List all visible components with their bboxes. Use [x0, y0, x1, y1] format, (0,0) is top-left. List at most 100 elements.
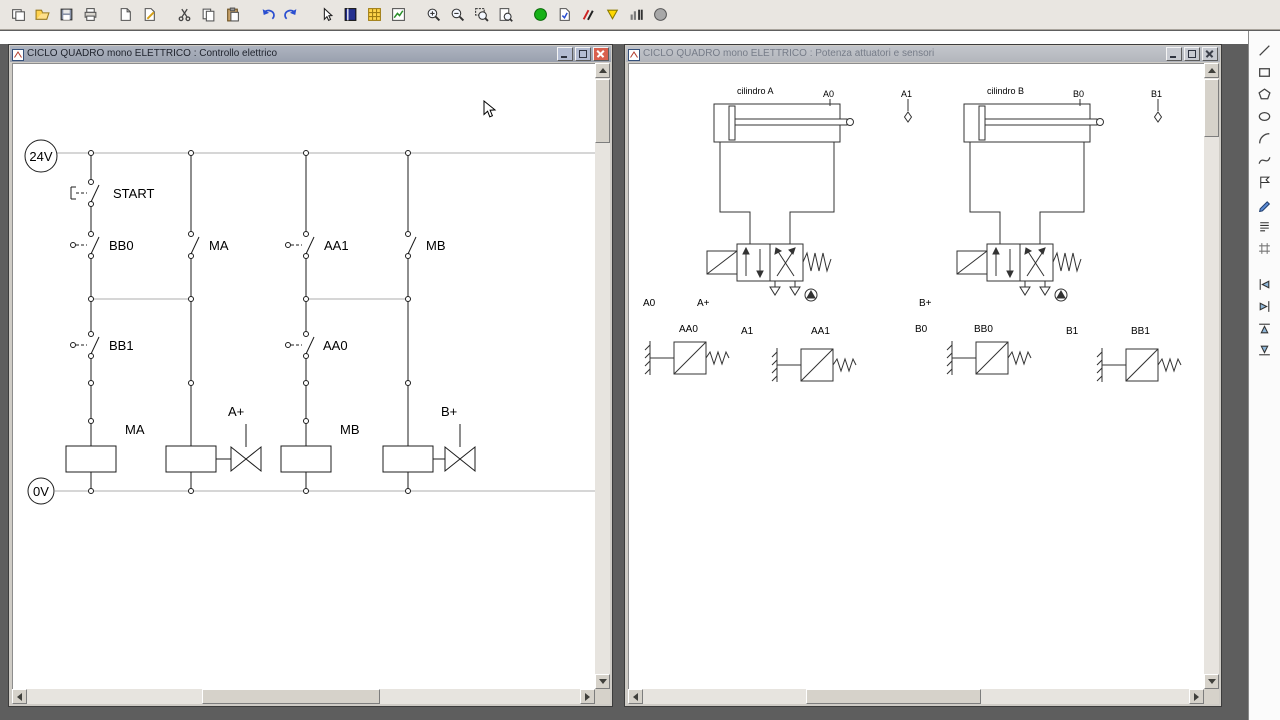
sensor-aa1[interactable]: A1 AA1: [741, 326, 857, 382]
simulation-pause-button[interactable]: [601, 5, 623, 25]
supply-0v[interactable]: 0V: [27, 477, 55, 505]
draw-ellipse-button[interactable]: [1253, 106, 1277, 126]
coil-a-plus[interactable]: A+: [165, 404, 262, 473]
open-icon: [34, 9, 50, 20]
vertical-scroll-thumb[interactable]: [1204, 79, 1219, 137]
toolbar-separator: [410, 5, 421, 25]
cut-button[interactable]: [173, 5, 195, 25]
contact-aa1[interactable]: AA1: [285, 231, 349, 259]
position-mark-b0[interactable]: B0: [1073, 89, 1084, 106]
contact-ma[interactable]: MA: [188, 231, 229, 259]
select-pointer-button[interactable]: [315, 5, 337, 25]
wire-nodes: [88, 150, 411, 494]
horizontal-scrollbar[interactable]: [12, 689, 595, 704]
contact-aa1-label: AA1: [324, 238, 349, 253]
draw-flag-button[interactable]: [1253, 172, 1277, 192]
zoom-out-button[interactable]: [446, 5, 468, 25]
minimize-button[interactable]: [557, 47, 573, 61]
copy-button[interactable]: [197, 5, 219, 25]
print-button[interactable]: [79, 5, 101, 25]
align-bottom-button[interactable]: [1253, 340, 1277, 360]
grid-small-button[interactable]: [1253, 238, 1277, 258]
new-page-button[interactable]: [114, 5, 136, 25]
horizontal-scrollbar[interactable]: [628, 689, 1204, 704]
zoom-in-button[interactable]: [422, 5, 444, 25]
draw-arc-button[interactable]: [1253, 128, 1277, 148]
simulation-start-button[interactable]: [529, 5, 551, 25]
sensor-bb0[interactable]: B+ B0 BB0: [915, 298, 1032, 375]
schematic-canvas-electric[interactable]: 24V 0V START BB0 MA AA1 MB BB1 AA0 MA A+…: [12, 63, 595, 689]
scroll-left-button[interactable]: [12, 689, 27, 704]
simulation-stop-button[interactable]: [649, 5, 671, 25]
grid-small-icon: [1259, 242, 1270, 254]
valve-b[interactable]: [956, 243, 1082, 302]
zoom-window-button[interactable]: [470, 5, 492, 25]
align-top-button[interactable]: [1253, 318, 1277, 338]
scroll-down-button[interactable]: [595, 674, 610, 689]
draw-rectangle-button[interactable]: [1253, 62, 1277, 82]
scroll-left-button[interactable]: [628, 689, 643, 704]
text-list-button[interactable]: [1253, 216, 1277, 236]
close-button[interactable]: [1202, 47, 1218, 61]
valve-a[interactable]: [706, 243, 832, 302]
titlebar-electric[interactable]: CICLO QUADRO mono ELETTRICO : Controllo …: [10, 46, 611, 62]
vertical-scroll-thumb[interactable]: [595, 79, 610, 143]
schematic-canvas-pneumatic[interactable]: cilindro A A0 A1 A0 A+ AA0 A1 AA1 cilind…: [628, 63, 1204, 689]
scroll-up-button[interactable]: [595, 63, 610, 78]
coil-b-plus[interactable]: B+: [382, 404, 476, 473]
align-left-button[interactable]: [1253, 274, 1277, 294]
horizontal-scroll-thumb[interactable]: [806, 689, 981, 704]
vertical-scrollbar[interactable]: [1204, 63, 1219, 689]
contact-ma-label: MA: [209, 238, 229, 253]
align-right-button[interactable]: [1253, 296, 1277, 316]
sensor-aa0[interactable]: A0 A+ AA0: [643, 298, 730, 375]
scroll-up-button[interactable]: [1204, 63, 1219, 78]
contact-mb[interactable]: MB: [405, 231, 446, 259]
new-window-button[interactable]: [7, 5, 29, 25]
position-mark-b1[interactable]: B1: [1151, 89, 1163, 123]
contact-bb1[interactable]: BB1: [70, 331, 134, 359]
close-button[interactable]: [593, 47, 609, 61]
minimize-button[interactable]: [1166, 47, 1182, 61]
edit-page-button[interactable]: [138, 5, 160, 25]
draw-line-button[interactable]: [1253, 40, 1277, 60]
simulation-sketch-button[interactable]: [577, 5, 599, 25]
coil-ma[interactable]: MA: [65, 422, 145, 473]
scroll-right-button[interactable]: [580, 689, 595, 704]
simulation-diagram-button[interactable]: [625, 5, 647, 25]
save-button[interactable]: [55, 5, 77, 25]
scroll-down-button[interactable]: [1204, 674, 1219, 689]
titlebar-pneumatic[interactable]: CICLO QUADRO mono ELETTRICO : Potenza at…: [626, 46, 1220, 62]
vertical-scrollbar[interactable]: [595, 63, 610, 689]
contact-bb0[interactable]: BB0: [70, 231, 134, 259]
cylinder-b-label: cilindro B: [987, 86, 1024, 96]
supply-24v[interactable]: 24V: [24, 139, 58, 173]
copy-icon: [202, 8, 214, 22]
maximize-button[interactable]: [1184, 47, 1200, 61]
grid-button[interactable]: [363, 5, 385, 25]
redo-button[interactable]: [280, 5, 302, 25]
undo-button[interactable]: [256, 5, 278, 25]
sensor-bb0-label: BB0: [974, 324, 993, 335]
zoom-page-button[interactable]: [494, 5, 516, 25]
draw-curve-button[interactable]: [1253, 150, 1277, 170]
draw-pen-button[interactable]: [1253, 194, 1277, 214]
contact-start[interactable]: START: [70, 179, 154, 207]
sensor-bb1[interactable]: B1 BB1: [1066, 326, 1182, 382]
position-mark-a1[interactable]: A1: [901, 89, 913, 123]
contact-bb0-label: BB0: [109, 238, 134, 253]
simulation-doc-button[interactable]: [553, 5, 575, 25]
maximize-button[interactable]: [575, 47, 591, 61]
diagram-check-button[interactable]: [387, 5, 409, 25]
component-library-button[interactable]: [339, 5, 361, 25]
coil-mb[interactable]: MB: [280, 422, 360, 473]
supply-rails[interactable]: [55, 152, 595, 492]
paste-button[interactable]: [221, 5, 243, 25]
position-mark-a0[interactable]: A0: [823, 89, 834, 106]
draw-polygon-button[interactable]: [1253, 84, 1277, 104]
open-button[interactable]: [31, 5, 53, 25]
mouse-cursor: [483, 100, 497, 118]
contact-aa0[interactable]: AA0: [285, 331, 348, 359]
scroll-right-button[interactable]: [1189, 689, 1204, 704]
horizontal-scroll-thumb[interactable]: [202, 689, 380, 704]
